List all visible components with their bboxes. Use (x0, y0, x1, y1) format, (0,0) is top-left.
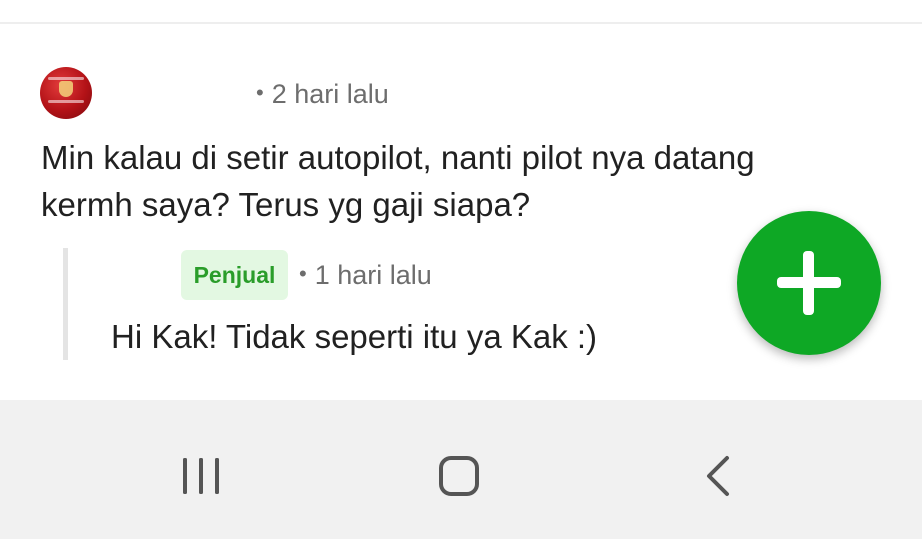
seller-badge: Penjual (181, 250, 288, 300)
back-button[interactable] (677, 444, 757, 510)
avatar-crest (59, 81, 73, 97)
section-divider (0, 400, 922, 414)
back-icon (707, 456, 729, 496)
reply-time: 1 hari lalu (314, 260, 432, 290)
avatar-stripe (48, 100, 84, 103)
user-avatar[interactable] (40, 67, 92, 119)
reply-text: Hi Kak! Tidak seperti itu ya Kak :) (111, 318, 598, 355)
reply-meta: • 1 hari lalu (299, 258, 432, 291)
reply-indent-bar (63, 248, 68, 360)
meta-separator: • (299, 261, 307, 286)
recents-button[interactable] (162, 444, 242, 510)
avatar-stripe (48, 77, 84, 80)
recents-icon (183, 458, 219, 494)
system-navigation-bar (0, 414, 922, 539)
comment-time: 2 hari lalu (271, 79, 389, 109)
screen: • 2 hari lalu Min kalau di setir autopilo… (0, 0, 922, 539)
meta-separator: • (256, 80, 264, 105)
comment-text: Min kalau di setir autopilot, nanti pilo… (41, 139, 755, 223)
home-button[interactable] (420, 444, 500, 510)
home-icon (439, 456, 479, 496)
comment-meta: • 2 hari lalu (256, 77, 389, 110)
plus-icon (803, 251, 814, 315)
add-button[interactable] (737, 211, 881, 355)
